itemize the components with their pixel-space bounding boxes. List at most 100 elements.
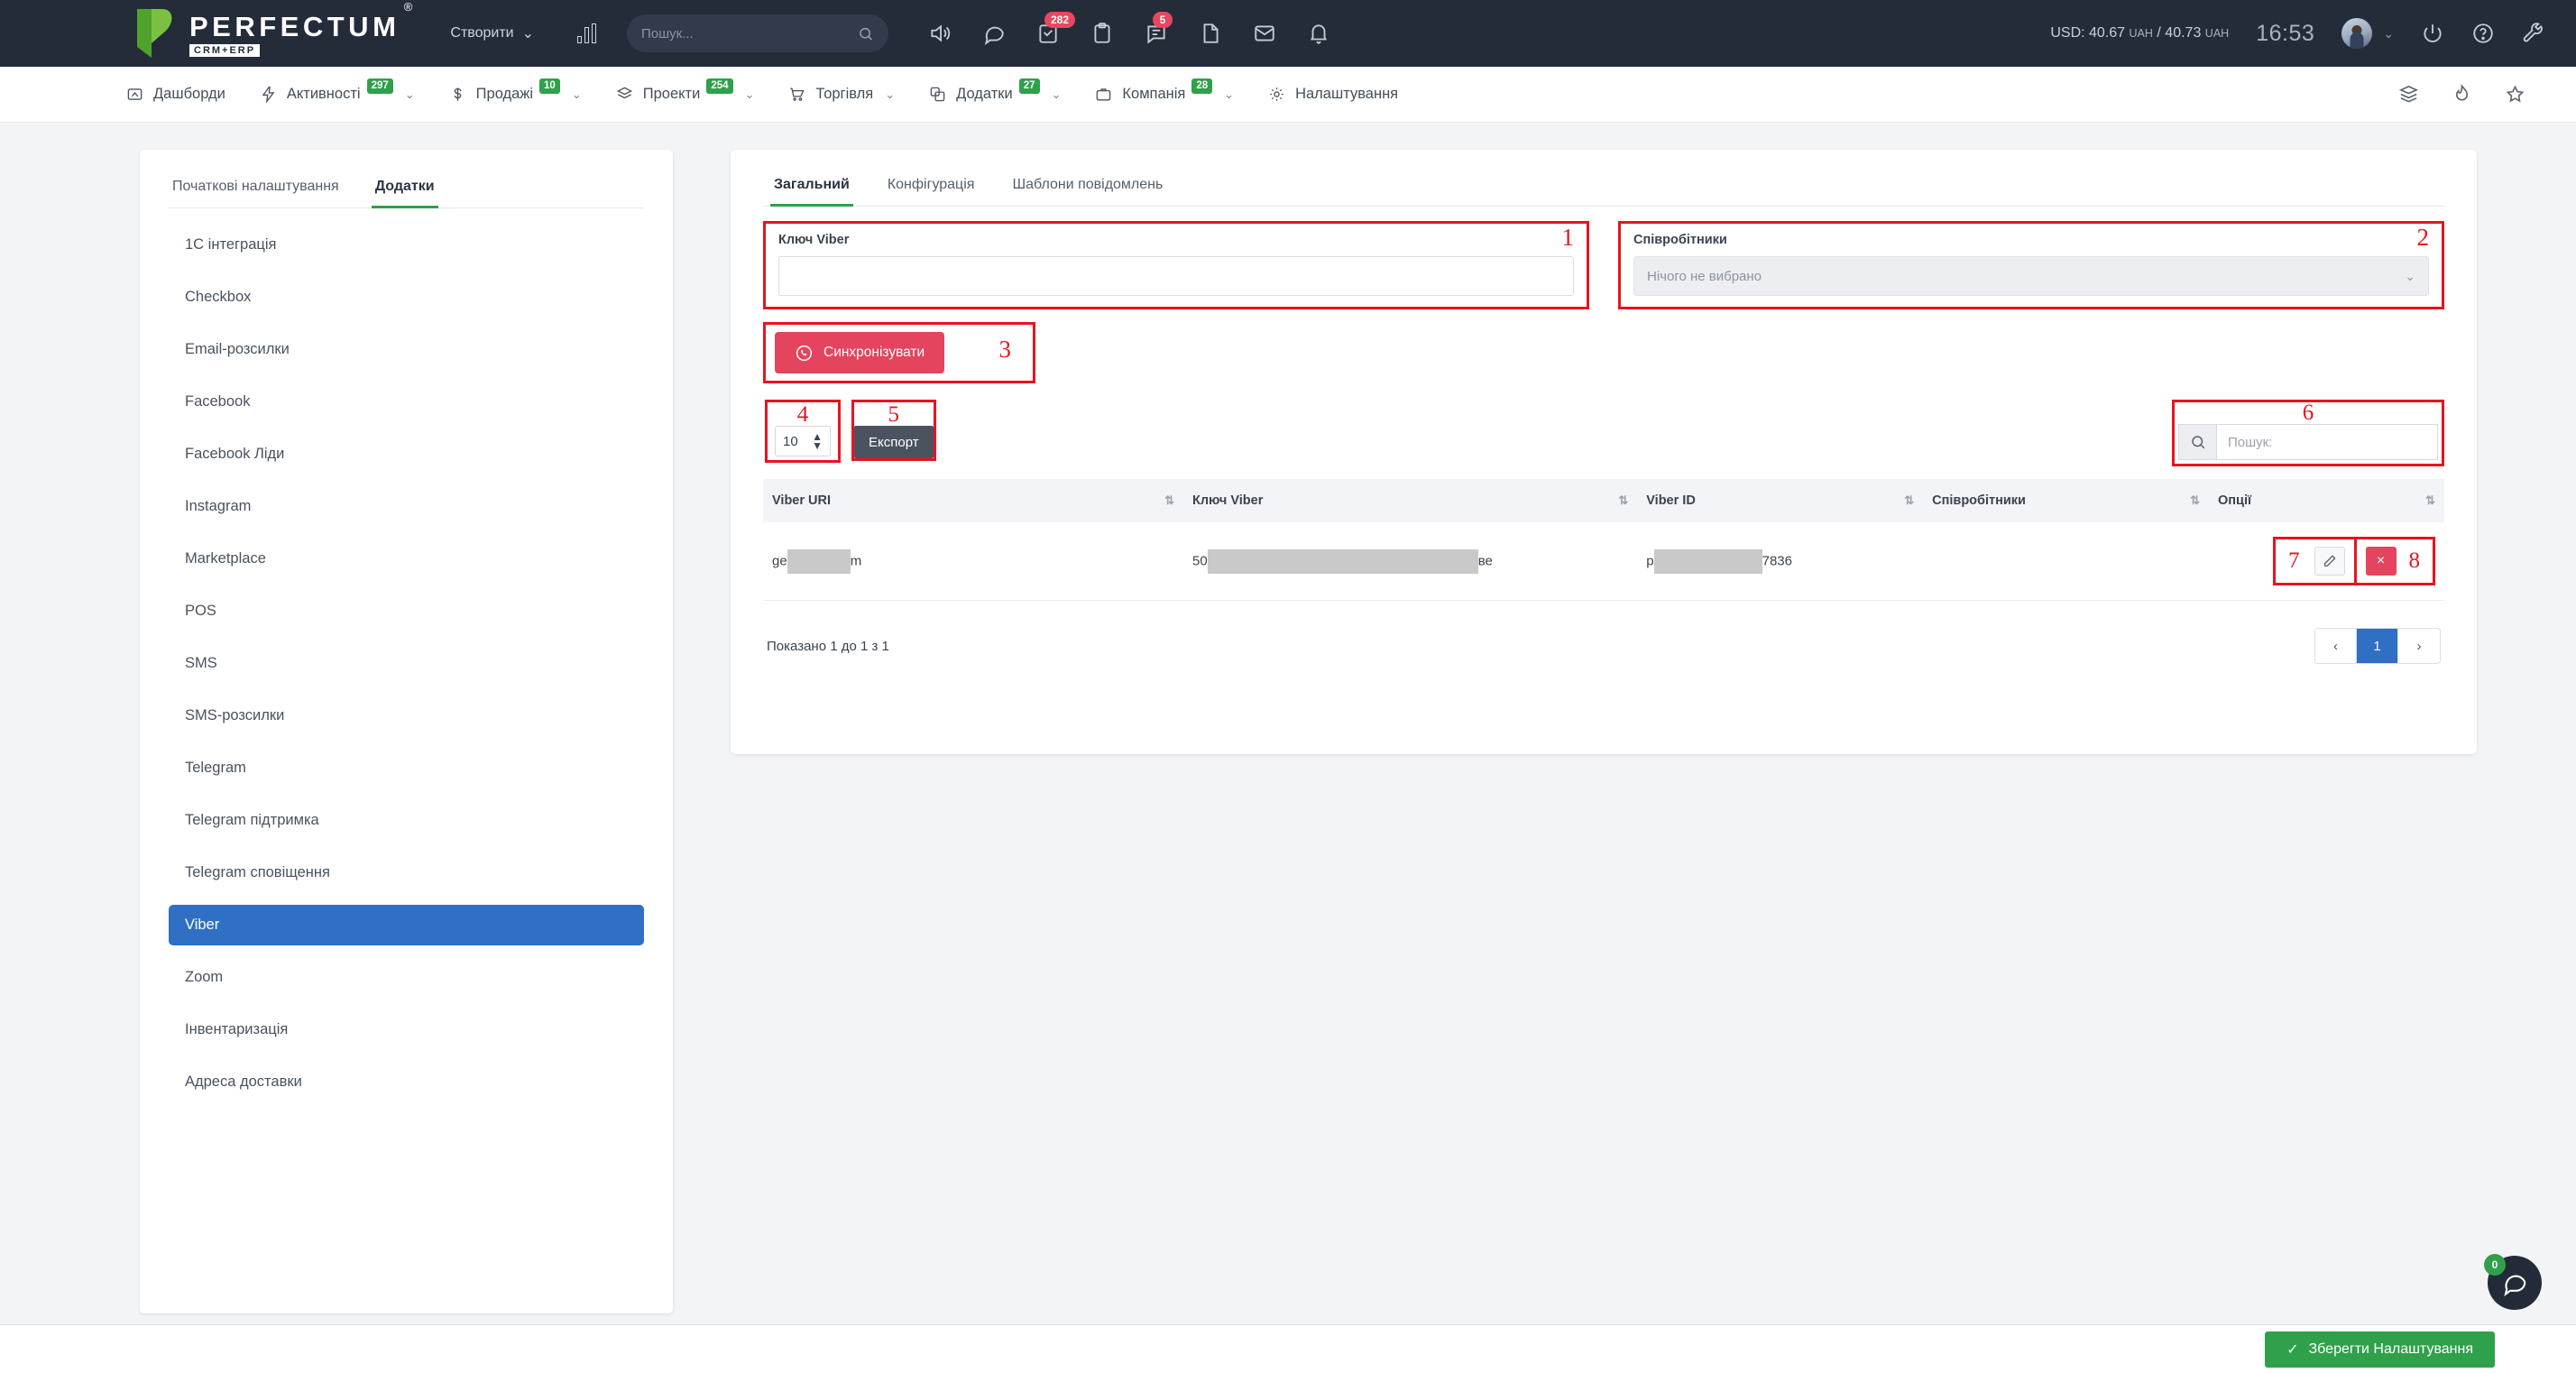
save-settings-button[interactable]: ✓ Зберегти Налаштування: [2265, 1331, 2495, 1368]
sidebar-item-email[interactable]: Email-розсилки: [169, 329, 644, 370]
viber-settings-panel: Загальний Конфігурація Шаблони повідомле…: [731, 150, 2477, 754]
nav-item-company[interactable]: Компанія 28 ⌄: [1095, 78, 1234, 103]
avatar[interactable]: [2341, 18, 2373, 49]
column-label-viber-key: Ключ Viber: [1192, 493, 1264, 508]
export-button[interactable]: Експорт: [854, 426, 934, 458]
app-logo[interactable]: PERFECTUM ® CRM+ERP: [132, 0, 412, 60]
sidebar-tab-initial-settings[interactable]: Початкові налаштування: [169, 173, 343, 207]
dollar-icon: [454, 88, 462, 101]
sidebar-item-telegram-notifications[interactable]: Telegram сповіщення: [169, 852, 644, 893]
sidebar-item-marketplace[interactable]: Marketplace: [169, 539, 644, 579]
viber-key-input[interactable]: [778, 256, 1574, 296]
nav-item-activities[interactable]: Активності 297 ⌄: [260, 78, 415, 103]
sort-icon[interactable]: ⇅: [1618, 493, 1628, 508]
clipboard-icon[interactable]: [1090, 22, 1114, 45]
nav-label-settings: Налаштування: [1295, 86, 1399, 102]
sidebar-item-delivery-address[interactable]: Адреса доставки: [169, 1062, 644, 1102]
sidebar-item-telegram-support[interactable]: Telegram підтримка: [169, 800, 644, 841]
sidebar-item-sms-campaigns[interactable]: SMS-розсилки: [169, 696, 644, 736]
mail-icon[interactable]: [1253, 22, 1276, 45]
tab-message-templates[interactable]: Шаблони повідомлень: [1008, 171, 1166, 206]
avatar-chevron-down-icon[interactable]: ⌄: [2383, 26, 2394, 41]
sort-icon[interactable]: ⇅: [1164, 493, 1174, 508]
create-button[interactable]: Створити ⌄: [450, 24, 534, 42]
global-search[interactable]: [627, 14, 888, 52]
sort-icon[interactable]: ⇅: [2425, 493, 2435, 508]
nav-item-dashboards[interactable]: Дашборди: [126, 86, 225, 103]
sidebar-item-facebook[interactable]: Facebook: [169, 382, 644, 422]
chat-bubble-icon[interactable]: [982, 22, 1006, 45]
delete-annotation-box: × 8: [2356, 537, 2435, 585]
cell-viber-key: 50 ве: [1183, 522, 1638, 601]
global-search-input[interactable]: [641, 25, 859, 41]
power-icon[interactable]: [2421, 22, 2444, 45]
chevron-down-icon: ⌄: [404, 87, 415, 101]
bell-icon[interactable]: [1307, 22, 1330, 45]
apps-icon: [930, 87, 945, 102]
sidebar-item-1c[interactable]: 1С інтеграція: [169, 225, 644, 265]
table-search-input[interactable]: [2216, 424, 2438, 460]
column-label-viber-uri: Viber URI: [772, 493, 832, 508]
sidebar-item-checkbox[interactable]: Checkbox: [169, 277, 644, 318]
edit-row-button[interactable]: [2314, 547, 2345, 576]
nav-label-dashboards: Дашборди: [153, 86, 225, 102]
tab-configuration[interactable]: Конфігурація: [884, 171, 979, 206]
star-icon[interactable]: [2505, 84, 2525, 105]
sync-button[interactable]: Синхронізувати: [775, 332, 945, 373]
sidebar-item-instagram[interactable]: Instagram: [169, 486, 644, 527]
help-icon[interactable]: [2471, 22, 2495, 45]
delete-row-button[interactable]: ×: [2365, 547, 2397, 576]
nav-item-apps[interactable]: Додатки 27 ⌄: [929, 78, 1061, 103]
layers-stack-icon[interactable]: [2398, 84, 2419, 105]
nav-item-trade[interactable]: Торгівля ⌄: [788, 86, 895, 103]
logo-tagline: CRM+ERP: [189, 44, 261, 57]
column-header-employees[interactable]: Співробітники ⇅: [1923, 479, 2210, 522]
column-header-viber-key[interactable]: Ключ Viber ⇅: [1183, 479, 1638, 522]
task-badge: 282: [1044, 12, 1076, 29]
nav-item-settings[interactable]: Налаштування: [1268, 86, 1398, 103]
document-icon[interactable]: [1199, 22, 1222, 45]
redacted-block: [1207, 548, 1478, 574]
options-group: 7 × 8: [2218, 537, 2435, 585]
analytics-bars-icon[interactable]: [577, 23, 596, 43]
pagination-prev[interactable]: ‹: [2315, 629, 2357, 663]
sidebar-item-pos[interactable]: POS: [169, 591, 644, 631]
flame-icon[interactable]: [2452, 84, 2472, 105]
column-header-viber-uri[interactable]: Viber URI ⇅: [763, 479, 1183, 522]
wrench-icon[interactable]: [2522, 22, 2545, 45]
volume-icon[interactable]: [928, 22, 952, 45]
table-row[interactable]: ge m 50 ве p 7836 7 × 8: [763, 522, 2444, 601]
pagination-page-1[interactable]: 1: [2357, 629, 2398, 663]
sidebar-item-inventory[interactable]: Інвентаризація: [169, 1009, 644, 1050]
column-header-options[interactable]: Опції ⇅: [2209, 479, 2444, 522]
viber-accounts-table: Viber URI ⇅ Ключ Viber ⇅ Viber ID ⇅ Спів…: [763, 479, 2444, 601]
table-header-row: Viber URI ⇅ Ключ Viber ⇅ Viber ID ⇅ Спів…: [763, 479, 2444, 522]
employees-select[interactable]: Нічого не вибрано ⌄: [1633, 256, 2429, 296]
sort-icon[interactable]: ⇅: [1904, 493, 1914, 508]
rate-separator: /: [2157, 25, 2161, 41]
tab-general[interactable]: Загальний: [770, 171, 853, 207]
sidebar-item-zoom[interactable]: Zoom: [169, 957, 644, 998]
table-head: Viber URI ⇅ Ключ Viber ⇅ Viber ID ⇅ Спів…: [763, 479, 2444, 522]
sidebar-item-facebook-leads[interactable]: Facebook Ліди: [169, 434, 644, 475]
nav-item-sales[interactable]: Продажі 10 ⌄: [449, 78, 582, 103]
page-size-stepper[interactable]: 10 ▲ ▼: [775, 426, 831, 456]
support-chat-button[interactable]: 0: [2484, 1254, 2542, 1310]
sidebar-tab-apps[interactable]: Додатки: [371, 173, 438, 208]
sidebar-item-telegram[interactable]: Telegram: [169, 748, 644, 788]
column-header-viber-id[interactable]: Viber ID ⇅: [1637, 479, 1924, 522]
annotation-marker-3: 3: [998, 336, 1012, 363]
employees-label: Співробітники: [1633, 233, 1727, 247]
nav-badge-company: 28: [1191, 78, 1213, 95]
sidebar-item-sms[interactable]: SMS: [169, 643, 644, 684]
currency-rates: USD: 40.67 UAH / 40.73 UAH: [2050, 25, 2229, 41]
cart-icon: [790, 88, 805, 101]
comment-icon[interactable]: 5: [1145, 12, 1173, 45]
sort-icon[interactable]: ⇅: [2190, 493, 2200, 508]
sidebar-item-viber[interactable]: Viber: [169, 905, 644, 945]
nav-item-projects[interactable]: Проекти 254 ⌄: [616, 78, 754, 103]
viber-key-field-group: 1 Ключ Viber: [763, 221, 1589, 309]
task-checklist-icon[interactable]: 282: [1036, 12, 1076, 45]
pagination-next[interactable]: ›: [2398, 629, 2440, 663]
chat-unread-count: 0: [2484, 1254, 2506, 1276]
